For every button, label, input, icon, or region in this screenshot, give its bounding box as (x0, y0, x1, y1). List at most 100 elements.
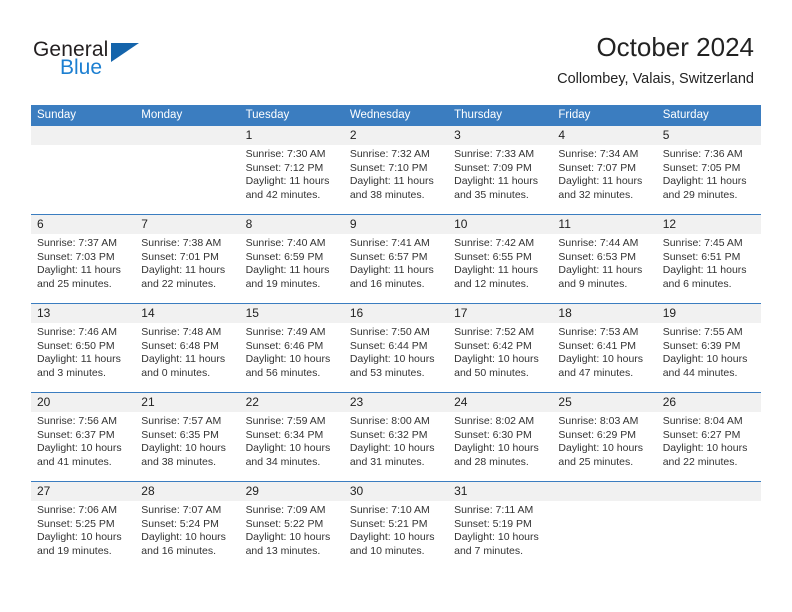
calendar-day-cell[interactable]: 16 Sunrise: 7:50 AM Sunset: 6:44 PM Dayligh… (343, 304, 449, 392)
day-detail-line: and 38 minutes. (141, 455, 216, 468)
calendar-day-cell[interactable]: 14 Sunrise: 7:48 AM Sunset: 6:48 PM Dayligh… (135, 304, 240, 392)
day-detail-line: Sunrise: 7:50 AM (349, 326, 430, 338)
page-header: General Blue October 2024 Collombey, Val… (0, 0, 792, 104)
day-number: 29 (239, 482, 344, 501)
calendar-weeks: 1 Sunrise: 7:30 AM Sunset: 7:12 PM Daylight… (31, 126, 761, 570)
day-details: Sunrise: 7:45 AM Sunset: 6:51 PM Daylight:… (657, 234, 761, 291)
calendar-day-cell[interactable]: 25 Sunrise: 8:03 AM Sunset: 6:29 PM Dayligh… (552, 393, 657, 481)
calendar-day-cell[interactable]: 6 Sunrise: 7:37 AM Sunset: 7:03 PM Daylight… (31, 215, 136, 303)
day-detail-line: Sunrise: 7:07 AM (141, 504, 222, 516)
day-detail-line: Daylight: 11 hours (662, 264, 747, 277)
day-detail-line: Sunrise: 8:04 AM (662, 415, 743, 427)
day-detail-line: Sunrise: 7:45 AM (662, 237, 743, 249)
day-details: Sunrise: 7:42 AM Sunset: 6:55 PM Daylight:… (448, 234, 552, 291)
day-detail-line: Daylight: 11 hours (141, 264, 226, 277)
day-number (552, 482, 657, 501)
day-details: Sunrise: 7:40 AM Sunset: 6:59 PM Daylight:… (240, 234, 344, 291)
day-detail-line: Sunset: 6:46 PM (245, 339, 324, 352)
weekday-header-thursday: Thursday (454, 109, 503, 121)
day-detail-line: Daylight: 11 hours (37, 264, 121, 277)
day-detail-line: Sunset: 6:41 PM (558, 339, 637, 352)
calendar-day-cell[interactable]: 9 Sunrise: 7:41 AM Sunset: 6:57 PM Daylight… (343, 215, 449, 303)
calendar-day-cell[interactable]: 30 Sunrise: 7:10 AM Sunset: 5:21 PM Dayligh… (343, 482, 449, 570)
calendar-day-cell[interactable]: 27 Sunrise: 7:06 AM Sunset: 5:25 PM Dayligh… (31, 482, 136, 570)
day-detail-line: Sunset: 7:03 PM (37, 250, 115, 263)
calendar-day-cell[interactable]: 28 Sunrise: 7:07 AM Sunset: 5:24 PM Dayligh… (135, 482, 240, 570)
day-details: Sunrise: 7:06 AM Sunset: 5:25 PM Daylight:… (31, 501, 135, 558)
calendar-day-cell[interactable]: 29 Sunrise: 7:09 AM Sunset: 5:22 PM Dayligh… (239, 482, 344, 570)
day-detail-line: Daylight: 10 hours (245, 531, 331, 544)
calendar-day-cell[interactable]: 7 Sunrise: 7:38 AM Sunset: 7:01 PM Daylight… (135, 215, 240, 303)
day-detail-line: Daylight: 10 hours (245, 353, 331, 366)
day-number: 8 (239, 215, 344, 234)
calendar-day-cell[interactable]: 1 Sunrise: 7:30 AM Sunset: 7:12 PM Daylight… (239, 126, 344, 214)
day-detail-line: Daylight: 10 hours (454, 531, 539, 544)
day-detail-line: Sunset: 7:07 PM (558, 161, 637, 174)
day-details: Sunrise: 7:09 AM Sunset: 5:22 PM Daylight:… (240, 501, 344, 558)
day-detail-line: and 34 minutes. (245, 455, 321, 468)
day-number: 26 (656, 393, 761, 412)
day-detail-line: and 3 minutes. (37, 366, 106, 379)
day-detail-line: Sunset: 5:21 PM (349, 517, 428, 530)
day-detail-line: and 35 minutes. (454, 188, 529, 201)
calendar-day-cell[interactable]: 10 Sunrise: 7:42 AM Sunset: 6:55 PM Dayligh… (448, 215, 553, 303)
general-blue-logo[interactable]: General Blue (33, 38, 153, 84)
calendar-day-cell[interactable]: 21 Sunrise: 7:57 AM Sunset: 6:35 PM Dayligh… (135, 393, 240, 481)
day-detail-line: Sunrise: 7:41 AM (349, 237, 430, 249)
day-detail-line: and 53 minutes. (349, 366, 425, 379)
calendar-day-cell[interactable]: 23 Sunrise: 8:00 AM Sunset: 6:32 PM Dayligh… (343, 393, 449, 481)
calendar-day-cell[interactable]: 31 Sunrise: 7:11 AM Sunset: 5:19 PM Dayligh… (448, 482, 553, 570)
day-number: 9 (343, 215, 449, 234)
day-details: Sunrise: 7:32 AM Sunset: 7:10 PM Daylight:… (344, 145, 448, 202)
day-detail-line: Daylight: 10 hours (558, 353, 644, 366)
calendar-day-cell[interactable]: 8 Sunrise: 7:40 AM Sunset: 6:59 PM Daylight… (239, 215, 344, 303)
day-number: 3 (448, 126, 553, 145)
day-detail-line: Daylight: 11 hours (454, 175, 538, 188)
day-details (552, 501, 656, 504)
day-detail-line: and 25 minutes. (558, 455, 634, 468)
day-number (135, 126, 240, 145)
calendar-day-cell[interactable]: 18 Sunrise: 7:53 AM Sunset: 6:41 PM Dayligh… (552, 304, 657, 392)
calendar-day-cell[interactable]: 24 Sunrise: 8:02 AM Sunset: 6:30 PM Dayligh… (448, 393, 553, 481)
day-number: 28 (135, 482, 240, 501)
day-detail-line: Sunset: 6:59 PM (245, 250, 324, 263)
day-number: 22 (239, 393, 344, 412)
calendar-day-cell[interactable]: 12 Sunrise: 7:45 AM Sunset: 6:51 PM Dayligh… (656, 215, 761, 303)
calendar-day-cell[interactable]: 11 Sunrise: 7:44 AM Sunset: 6:53 PM Dayligh… (552, 215, 657, 303)
calendar-day-cell[interactable]: 5 Sunrise: 7:36 AM Sunset: 7:05 PM Daylight… (656, 126, 761, 214)
calendar-day-cell[interactable]: 26 Sunrise: 8:04 AM Sunset: 6:27 PM Dayligh… (656, 393, 761, 481)
day-detail-line: Sunset: 6:57 PM (349, 250, 428, 263)
day-details: Sunrise: 7:59 AM Sunset: 6:34 PM Daylight:… (240, 412, 344, 469)
calendar-day-cell[interactable]: 13 Sunrise: 7:46 AM Sunset: 6:50 PM Dayligh… (31, 304, 136, 392)
day-detail-line: Daylight: 10 hours (349, 353, 435, 366)
calendar-day-cell[interactable]: 3 Sunrise: 7:33 AM Sunset: 7:09 PM Daylight… (448, 126, 553, 214)
day-detail-line: Daylight: 11 hours (558, 264, 643, 277)
day-detail-line: and 38 minutes. (349, 188, 425, 201)
day-detail-line: Sunset: 6:44 PM (349, 339, 428, 352)
weekday-header-tuesday: Tuesday (245, 109, 290, 121)
calendar-week-row: 6 Sunrise: 7:37 AM Sunset: 7:03 PM Daylight… (31, 214, 761, 303)
day-detail-line: Sunset: 7:05 PM (662, 161, 741, 174)
day-number: 15 (239, 304, 344, 323)
day-detail-line: Daylight: 11 hours (662, 175, 747, 188)
day-detail-line: Sunset: 6:50 PM (37, 339, 115, 352)
day-number: 24 (448, 393, 553, 412)
weekday-header-saturday: Saturday (662, 109, 709, 121)
calendar-day-cell[interactable]: 4 Sunrise: 7:34 AM Sunset: 7:07 PM Daylight… (552, 126, 657, 214)
day-detail-line: Sunset: 6:39 PM (662, 339, 741, 352)
day-detail-line: and 13 minutes. (245, 544, 321, 557)
day-number (31, 126, 136, 145)
day-details: Sunrise: 7:50 AM Sunset: 6:44 PM Daylight:… (344, 323, 448, 380)
day-detail-line: and 31 minutes. (349, 455, 425, 468)
calendar-day-cell[interactable]: 20 Sunrise: 7:56 AM Sunset: 6:37 PM Dayligh… (31, 393, 136, 481)
calendar-day-cell[interactable]: 15 Sunrise: 7:49 AM Sunset: 6:46 PM Dayligh… (239, 304, 344, 392)
day-number: 4 (552, 126, 657, 145)
day-details: Sunrise: 7:34 AM Sunset: 7:07 PM Daylight:… (552, 145, 656, 202)
day-detail-line: Daylight: 10 hours (662, 442, 748, 455)
day-detail-line: Daylight: 11 hours (349, 264, 434, 277)
calendar-day-cell[interactable]: 17 Sunrise: 7:52 AM Sunset: 6:42 PM Dayligh… (448, 304, 553, 392)
calendar-day-cell[interactable]: 19 Sunrise: 7:55 AM Sunset: 6:39 PM Dayligh… (656, 304, 761, 392)
day-number: 21 (135, 393, 240, 412)
calendar-day-cell[interactable]: 2 Sunrise: 7:32 AM Sunset: 7:10 PM Daylight… (343, 126, 449, 214)
calendar-day-cell[interactable]: 22 Sunrise: 7:59 AM Sunset: 6:34 PM Dayligh… (239, 393, 344, 481)
